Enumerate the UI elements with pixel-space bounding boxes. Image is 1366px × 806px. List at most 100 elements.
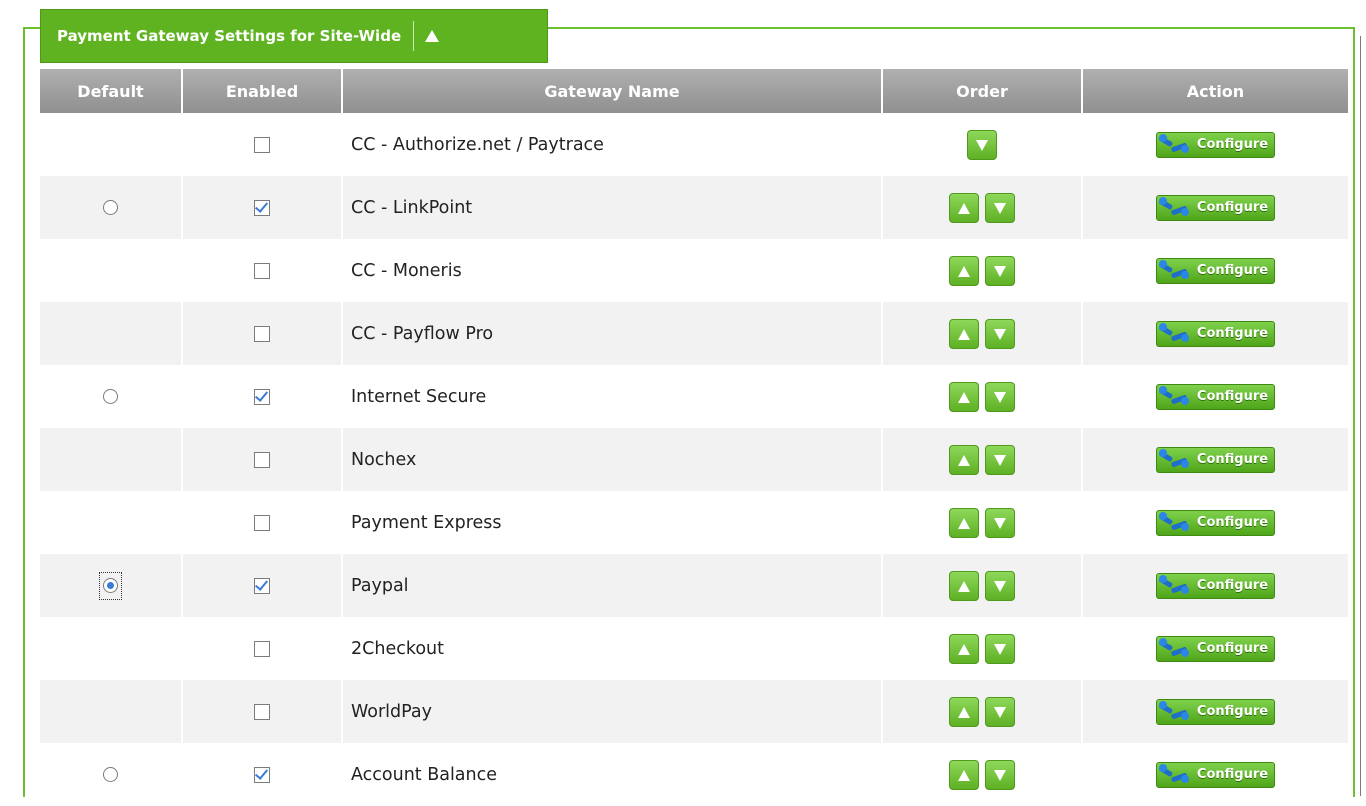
arrow-down-icon xyxy=(994,202,1006,214)
configure-button[interactable]: Configure xyxy=(1155,131,1276,158)
move-down-button[interactable] xyxy=(985,507,1015,538)
arrow-down-icon xyxy=(994,265,1006,277)
arrow-up-icon xyxy=(958,517,970,529)
move-down-button[interactable] xyxy=(985,444,1015,475)
default-cell xyxy=(40,176,183,239)
arrow-down-icon xyxy=(994,328,1006,340)
move-down-button[interactable] xyxy=(985,255,1015,286)
configure-label: Configure xyxy=(1196,200,1269,215)
move-up-button[interactable] xyxy=(949,255,979,286)
gateway-name: Paypal xyxy=(342,554,883,617)
move-up-button[interactable] xyxy=(949,318,979,349)
table-row: Payment Express Configure xyxy=(40,491,1348,554)
arrow-up-icon xyxy=(958,769,970,781)
wrench-icon xyxy=(1157,385,1197,409)
table-row: CC - LinkPoint Configure xyxy=(40,176,1348,239)
focus-ring xyxy=(99,571,122,600)
default-radio[interactable] xyxy=(103,389,118,404)
default-cell xyxy=(40,428,183,491)
enabled-cell xyxy=(182,176,343,239)
enabled-checkbox[interactable] xyxy=(254,703,270,720)
move-down-button[interactable] xyxy=(985,570,1015,601)
configure-button[interactable]: Configure xyxy=(1155,446,1276,473)
configure-button[interactable]: Configure xyxy=(1155,698,1276,725)
table-row: CC - Payflow Pro Configure xyxy=(40,302,1348,365)
configure-button[interactable]: Configure xyxy=(1155,572,1276,599)
enabled-checkbox[interactable] xyxy=(254,640,270,657)
action-cell: Configure xyxy=(1082,113,1348,176)
configure-button[interactable]: Configure xyxy=(1155,320,1276,347)
move-down-button[interactable] xyxy=(985,318,1015,349)
wrench-icon xyxy=(1157,763,1197,787)
configure-label: Configure xyxy=(1196,137,1269,152)
gateway-name: Internet Secure xyxy=(342,365,883,428)
scrollbar-edge xyxy=(1360,36,1361,796)
configure-label: Configure xyxy=(1196,263,1269,278)
enabled-checkbox[interactable] xyxy=(254,136,270,153)
move-down-button[interactable] xyxy=(985,759,1015,790)
arrow-up-icon xyxy=(958,328,970,340)
move-down-button[interactable] xyxy=(985,381,1015,412)
gateway-name: CC - Payflow Pro xyxy=(342,302,883,365)
enabled-checkbox[interactable] xyxy=(254,199,270,216)
frame-border-top-left xyxy=(24,27,40,29)
move-up-button[interactable] xyxy=(949,570,979,601)
configure-label: Configure xyxy=(1196,641,1269,656)
enabled-cell xyxy=(182,113,343,176)
move-up-button[interactable] xyxy=(949,696,979,727)
arrow-up-icon xyxy=(958,265,970,277)
configure-label: Configure xyxy=(1196,515,1269,530)
move-down-button[interactable] xyxy=(967,129,997,160)
move-up-button[interactable] xyxy=(949,381,979,412)
enabled-checkbox[interactable] xyxy=(254,388,270,405)
enabled-checkbox[interactable] xyxy=(254,577,270,594)
gateway-table: Default Enabled Gateway Name Order Actio… xyxy=(40,69,1348,806)
gateway-name: CC - LinkPoint xyxy=(342,176,883,239)
arrow-down-icon xyxy=(994,391,1006,403)
move-up-button[interactable] xyxy=(949,444,979,475)
move-down-button[interactable] xyxy=(985,696,1015,727)
default-radio[interactable] xyxy=(103,767,118,782)
column-header-gateway-name: Gateway Name xyxy=(342,69,883,113)
order-cell xyxy=(882,491,1083,554)
column-header-order: Order xyxy=(882,69,1083,113)
enabled-checkbox[interactable] xyxy=(254,325,270,342)
configure-button[interactable]: Configure xyxy=(1155,635,1276,662)
enabled-checkbox[interactable] xyxy=(254,262,270,279)
action-cell: Configure xyxy=(1082,176,1348,239)
order-cell xyxy=(882,302,1083,365)
configure-button[interactable]: Configure xyxy=(1155,383,1276,410)
default-radio[interactable] xyxy=(103,578,118,593)
move-down-button[interactable] xyxy=(985,633,1015,664)
enabled-checkbox[interactable] xyxy=(254,451,270,468)
enabled-checkbox[interactable] xyxy=(254,514,270,531)
configure-button[interactable]: Configure xyxy=(1155,194,1276,221)
enabled-cell xyxy=(182,491,343,554)
arrow-down-icon xyxy=(994,769,1006,781)
action-cell: Configure xyxy=(1082,428,1348,491)
move-up-button[interactable] xyxy=(949,633,979,664)
move-up-button[interactable] xyxy=(949,759,979,790)
order-cell xyxy=(882,680,1083,743)
move-up-button[interactable] xyxy=(949,192,979,223)
column-header-action: Action xyxy=(1082,69,1348,113)
configure-button[interactable]: Configure xyxy=(1155,509,1276,536)
frame-border-left xyxy=(23,27,25,797)
default-cell xyxy=(40,491,183,554)
frame-border-top-right xyxy=(548,27,1355,29)
section-legend: Payment Gateway Settings for Site-Wide xyxy=(40,9,548,63)
table-header-row: Default Enabled Gateway Name Order Actio… xyxy=(40,69,1348,113)
gateway-name: 2Checkout xyxy=(342,617,883,680)
collapse-toggle-button[interactable] xyxy=(419,21,445,51)
default-cell xyxy=(40,302,183,365)
gateway-name: Payment Express xyxy=(342,491,883,554)
enabled-checkbox[interactable] xyxy=(254,766,270,783)
default-cell xyxy=(40,554,183,617)
default-radio[interactable] xyxy=(103,200,118,215)
configure-button[interactable]: Configure xyxy=(1155,257,1276,284)
enabled-cell xyxy=(182,617,343,680)
configure-button[interactable]: Configure xyxy=(1155,761,1276,788)
arrow-up-icon xyxy=(958,454,970,466)
move-down-button[interactable] xyxy=(985,192,1015,223)
move-up-button[interactable] xyxy=(949,507,979,538)
